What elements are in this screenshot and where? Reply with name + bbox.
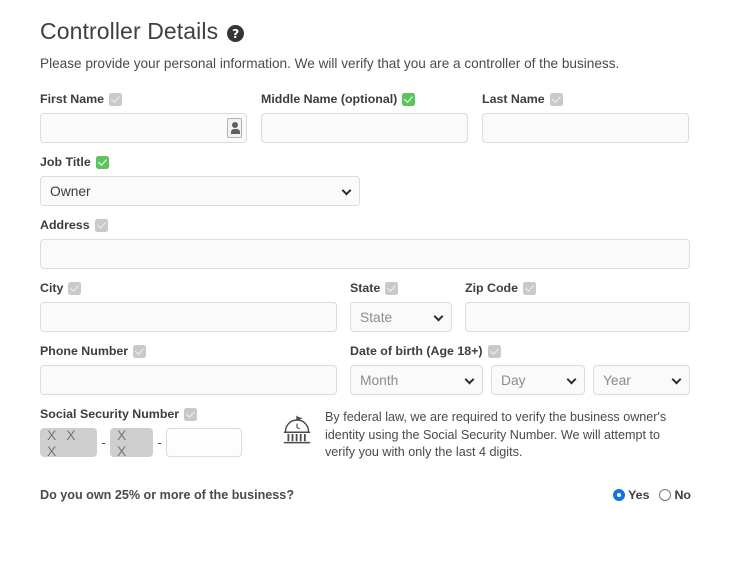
date-of-birth-label: Date of birth (Age 18+) <box>350 343 690 359</box>
zip-code-label: Zip Code <box>465 280 690 296</box>
contact-card-icon[interactable] <box>227 118 242 138</box>
radio-yes-icon[interactable] <box>613 488 626 501</box>
phone-number-check-icon <box>133 344 147 358</box>
middle-name-check-icon <box>402 92 416 106</box>
ownership-option-yes-label: Yes <box>628 487 650 502</box>
dob-month-select[interactable]: Month <box>350 365 483 395</box>
ssn-last4-input[interactable] <box>166 428 242 457</box>
page-description: Please provide your personal information… <box>40 56 620 71</box>
date-of-birth-label-text: Date of birth (Age 18+) <box>350 344 483 358</box>
question-mark-icon[interactable]: ? <box>227 24 245 42</box>
first-name-field: First Name <box>40 91 247 143</box>
job-title-select[interactable]: Owner <box>40 176 360 206</box>
dob-year-select[interactable]: Year <box>593 365 690 395</box>
ssn-inputs: X X X - X X - <box>40 427 280 459</box>
phone-number-label: Phone Number <box>40 343 337 359</box>
ssn-check-icon <box>184 407 198 421</box>
state-check-icon <box>385 281 399 295</box>
phone-dob-row: Phone Number Date of birth (Age 18+) Mon… <box>40 343 691 395</box>
last-name-label: Last Name <box>482 91 689 107</box>
job-title-select-wrap: Owner <box>40 176 360 206</box>
state-select[interactable]: State <box>350 302 452 332</box>
date-of-birth-check-icon <box>487 344 501 358</box>
address-row: Address <box>40 217 691 269</box>
ownership-row: Do you own 25% or more of the business? … <box>40 488 691 502</box>
phone-number-input[interactable] <box>40 365 337 395</box>
phone-number-label-text: Phone Number <box>40 344 129 358</box>
ssn-note: By federal law, we are required to verif… <box>280 406 691 462</box>
ssn-part2-masked: X X <box>110 427 153 459</box>
city-label-text: City <box>40 281 64 295</box>
ownership-question: Do you own 25% or more of the business? <box>40 487 295 502</box>
last-name-field: Last Name <box>482 91 689 143</box>
job-title-row: Job Title Owner <box>40 154 691 206</box>
address-label-text: Address <box>40 218 90 232</box>
dob-day-select[interactable]: Day <box>491 365 585 395</box>
middle-name-field: Middle Name (optional) <box>261 91 468 143</box>
city-label: City <box>40 280 337 296</box>
ownership-option-yes[interactable]: Yes <box>613 488 649 502</box>
ssn-separator-2: - <box>157 435 162 450</box>
date-of-birth-selects: Month Day Year <box>350 365 690 395</box>
page-title-text: Controller Details <box>40 18 219 44</box>
ssn-part1-masked: X X X <box>40 427 97 459</box>
zip-code-input[interactable] <box>465 302 690 332</box>
radio-no-icon[interactable] <box>659 488 672 501</box>
city-input[interactable] <box>40 302 337 332</box>
date-of-birth-field: Date of birth (Age 18+) Month Day Year <box>350 343 690 395</box>
middle-name-label: Middle Name (optional) <box>261 91 468 107</box>
ownership-option-no-label: No <box>674 487 691 502</box>
city-state-zip-row: City State State Zip Code <box>40 280 691 332</box>
job-title-label: Job Title <box>40 154 360 170</box>
job-title-field: Job Title Owner <box>40 154 360 206</box>
first-name-label: First Name <box>40 91 247 107</box>
middle-name-label-text: Middle Name (optional) <box>261 92 398 106</box>
middle-name-input[interactable] <box>261 113 468 143</box>
page-title: Controller Details ? <box>40 18 691 45</box>
first-name-label-text: First Name <box>40 92 105 106</box>
first-name-input-wrap <box>40 113 247 143</box>
state-select-wrap: State <box>350 302 452 332</box>
dob-year-wrap: Year <box>593 365 690 395</box>
zip-code-field: Zip Code <box>465 280 690 332</box>
address-input[interactable] <box>40 239 690 269</box>
zip-code-label-text: Zip Code <box>465 281 518 295</box>
last-name-label-text: Last Name <box>482 92 545 106</box>
controller-details-form: Controller Details ? Please provide your… <box>0 0 731 502</box>
dob-month-wrap: Month <box>350 365 483 395</box>
state-label: State <box>350 280 452 296</box>
city-check-icon <box>68 281 82 295</box>
last-name-check-icon <box>549 92 563 106</box>
ssn-label: Social Security Number <box>40 406 280 422</box>
ssn-field: Social Security Number X X X - X X - <box>40 406 280 462</box>
job-title-check-icon <box>95 155 109 169</box>
dob-day-wrap: Day <box>491 365 585 395</box>
first-name-check-icon <box>109 92 123 106</box>
state-label-text: State <box>350 281 381 295</box>
state-field: State State <box>350 280 452 332</box>
phone-number-field: Phone Number <box>40 343 337 395</box>
ownership-radio-group: Yes No <box>613 488 691 502</box>
address-field: Address <box>40 217 690 269</box>
ssn-note-text: By federal law, we are required to verif… <box>325 410 667 459</box>
last-name-input[interactable] <box>482 113 689 143</box>
government-building-icon <box>280 413 314 452</box>
job-title-label-text: Job Title <box>40 155 91 169</box>
ssn-row: Social Security Number X X X - X X - By … <box>40 406 691 462</box>
ownership-option-no[interactable]: No <box>659 488 691 502</box>
first-name-input[interactable] <box>40 113 247 143</box>
ssn-separator-1: - <box>101 435 106 450</box>
zip-code-check-icon <box>523 281 536 295</box>
city-field: City <box>40 280 337 332</box>
ssn-label-text: Social Security Number <box>40 407 180 421</box>
address-label: Address <box>40 217 690 233</box>
address-check-icon <box>94 218 108 232</box>
name-row: First Name Middle Name (optional) Last N… <box>40 91 691 143</box>
